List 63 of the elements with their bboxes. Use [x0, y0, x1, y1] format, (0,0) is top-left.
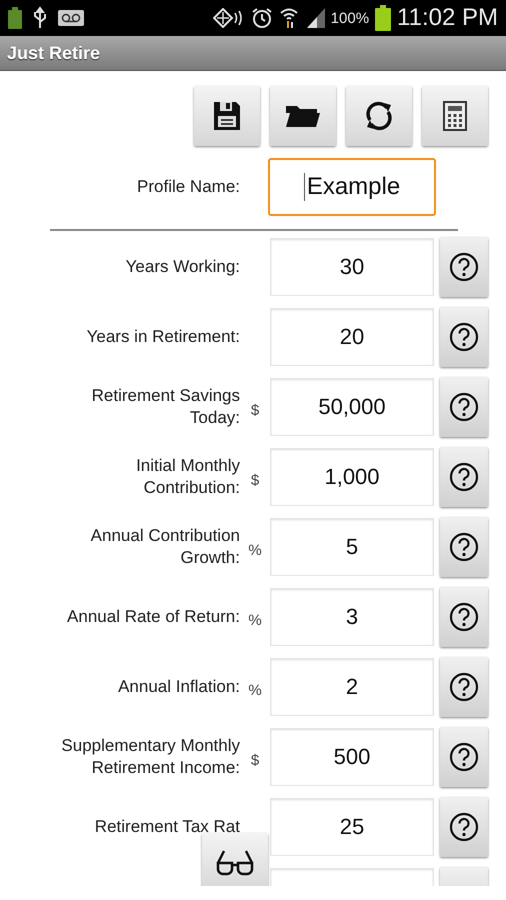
field-label: Years Working: — [126, 256, 240, 278]
calculator-icon — [443, 101, 467, 131]
input-field[interactable]: 30 — [270, 238, 434, 296]
help-icon — [449, 742, 479, 772]
unit-label: % — [248, 682, 262, 698]
help-button[interactable] — [440, 727, 488, 787]
field-label: Retirement Savings Today: — [92, 385, 240, 429]
battery-percent: 100% — [330, 10, 370, 26]
wifi-icon — [278, 7, 299, 29]
field-label: Retirement Tax Rat — [94, 816, 240, 838]
alarm-icon — [250, 7, 273, 29]
help-button[interactable] — [440, 237, 488, 297]
unit-label: % — [248, 612, 262, 628]
battery-icon — [375, 5, 392, 31]
help-button[interactable] — [440, 587, 488, 647]
field-label: Initial Monthly Contribution: — [136, 455, 240, 499]
field-label: Annual Contribution Growth: — [90, 525, 240, 569]
help-icon — [449, 462, 479, 492]
help-button[interactable] — [440, 517, 488, 577]
help-button[interactable] — [440, 447, 488, 507]
help-icon — [449, 322, 479, 352]
input-field[interactable]: 1,000 — [270, 448, 434, 506]
help-icon — [449, 812, 479, 842]
profile-name-field[interactable]: Example — [268, 158, 436, 216]
usb-icon — [32, 6, 48, 30]
help-icon — [449, 532, 479, 562]
input-field[interactable]: 2 — [270, 658, 434, 716]
signal-icon — [304, 8, 325, 28]
profile-name-label: Profile Name: — [136, 177, 240, 197]
help-button[interactable] — [440, 797, 488, 857]
help-icon — [449, 672, 479, 702]
help-icon — [449, 392, 479, 422]
unit-label: $ — [250, 472, 260, 488]
voicemail-icon — [58, 10, 84, 26]
nfc-icon — [212, 8, 245, 28]
help-button[interactable] — [440, 377, 488, 437]
field-label: Years in Retirement: — [86, 326, 240, 348]
unit-label: % — [248, 542, 262, 558]
clock: 11:02 PM — [397, 4, 498, 32]
input-field[interactable]: 5 — [270, 518, 434, 576]
input-field[interactable]: 25 — [270, 798, 434, 856]
input-field[interactable]: 50,000 — [270, 378, 434, 436]
field-label: Supplementary Monthly Retirement Income: — [61, 735, 240, 779]
help-button[interactable] — [440, 307, 488, 367]
app-title: Just Retire — [7, 42, 100, 64]
help-icon — [449, 602, 479, 632]
field-label: Annual Rate of Return: — [67, 606, 240, 628]
field-label: Annual Inflation: — [118, 676, 240, 698]
input-field[interactable]: 20 — [270, 308, 434, 366]
save-button[interactable] — [194, 86, 260, 146]
help-button[interactable] — [440, 657, 488, 717]
open-button[interactable] — [270, 86, 336, 146]
unit-label: $ — [250, 752, 260, 768]
help-icon — [449, 252, 479, 282]
input-field[interactable]: 3 — [270, 588, 434, 646]
unit-label: $ — [250, 402, 260, 418]
input-field[interactable]: 500 — [270, 728, 434, 786]
folder-icon — [285, 103, 321, 129]
refresh-button[interactable] — [346, 86, 412, 146]
calculator-button[interactable] — [422, 86, 488, 146]
battery-icon — [8, 7, 22, 29]
glasses-button[interactable] — [202, 833, 268, 886]
glasses-icon — [215, 849, 255, 877]
